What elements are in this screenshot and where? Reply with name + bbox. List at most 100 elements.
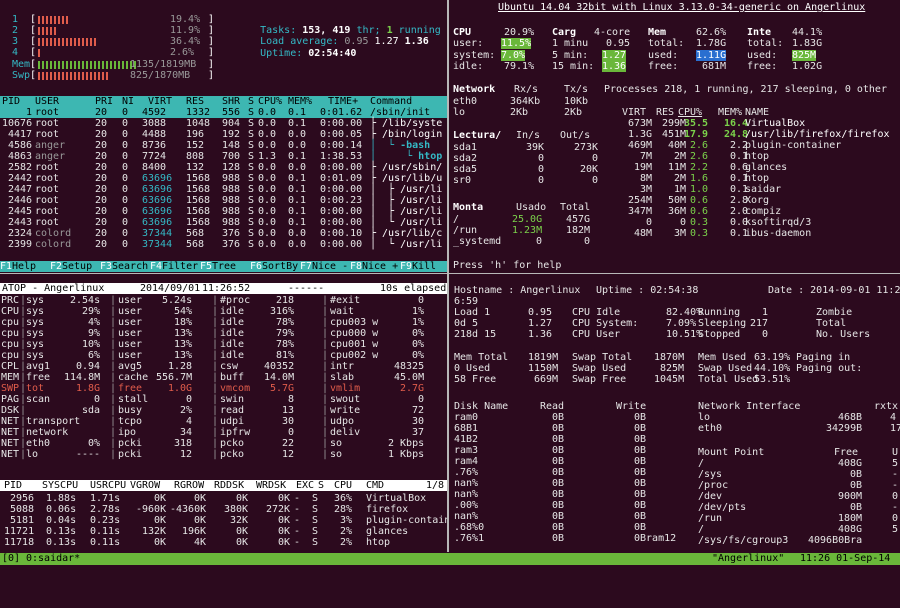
- process-row[interactable]: 1 root 20 0 4592 1332 556 S 0.0 0.1 0:01.62/sbin/i…: [0, 107, 447, 118]
- meter-bracket-close: ]: [208, 70, 215, 81]
- disk-name: sr0: [453, 175, 472, 186]
- atop-cell: 34: [180, 427, 193, 438]
- disk-name: sda2: [453, 153, 478, 164]
- mem-meter-bar: [38, 61, 138, 69]
- meter-bracket-open: [: [30, 59, 37, 70]
- process-row[interactable]: 2443 root 20 0 63696 1568 988 S 0.0 0.1 0:00.00 │ └…: [0, 217, 447, 228]
- cpu-meter-bar: [38, 38, 98, 46]
- atop-header-bar: ATOP - Angerlinux 2014/09/01 11:26:52 --…: [0, 283, 447, 294]
- saidar-load-value: 1.36: [528, 329, 553, 340]
- proc-cell: 0: [646, 217, 653, 228]
- proc-cell: 1.3G: [628, 129, 653, 140]
- meter-bracket-close: ]: [208, 25, 215, 36]
- tmux-window-tab[interactable]: 0:saidar*: [26, 553, 80, 564]
- atop-cell: user: [118, 339, 143, 350]
- atop-cell: free: [118, 383, 143, 394]
- atop-cell: udpo: [330, 416, 355, 427]
- atop-cell: #proc: [220, 295, 251, 306]
- column-header-time: TIME+: [328, 96, 359, 107]
- column-header-res: RES: [186, 96, 205, 107]
- process-row[interactable]: 2324 colord 20 0 37344 568 376 S 0.0 0.0 0:00.10 ├ …: [0, 228, 447, 239]
- column-header-mem: MEM%: [288, 96, 313, 107]
- saidar-date-cont: 6:59: [454, 296, 479, 307]
- load-5-label: 5 min:: [552, 50, 589, 61]
- process-cell: ├ /bin/login: [370, 129, 443, 140]
- saidar-disk-read: 0B: [552, 500, 565, 511]
- proc-cell: 673M: [628, 118, 653, 129]
- process-row[interactable]: 2582 root 20 0 8400 132 128 S 0.0 0.0 0:00.00 ├ /us…: [0, 162, 447, 173]
- process-row[interactable]: 2447 root 20 0 63696 1568 988 S 0.0 0.1 0:00.00 │ ├…: [0, 184, 447, 195]
- proc-cell: 48M: [634, 228, 653, 239]
- process-cell: 988: [222, 173, 241, 184]
- process-cell: 196: [186, 129, 205, 140]
- proc-cell: /usr/lib/firefox/firefox: [745, 129, 890, 140]
- saidar-used-label: Mem Used: [698, 352, 747, 363]
- saidar-disk-name: ram3: [454, 445, 479, 456]
- atop-cell: 0.94: [76, 361, 101, 372]
- saidar-mount-free: 408G: [838, 524, 863, 535]
- saidar-mount-free: 4096B0Bra: [808, 535, 863, 546]
- htop-column-header[interactable]: PID USER PRI NI VIRT RES SHR S CPU% MEM% TIME+ Comm…: [0, 96, 447, 107]
- process-cell: S: [248, 151, 255, 162]
- process-cell: 0.0: [258, 228, 277, 239]
- saidar-extra-label: Zombie: [816, 307, 853, 318]
- atop-cell: 13%: [174, 350, 193, 361]
- atop-cell: cpu000 w: [330, 328, 379, 339]
- proc-cell: 17.9: [684, 129, 709, 140]
- load-5-value: 1.27: [602, 50, 627, 61]
- atop-separator: |: [110, 405, 117, 416]
- atop-separator: |: [20, 317, 27, 328]
- process-cell: 0:00.00: [320, 206, 363, 217]
- process-cell: 2445: [8, 206, 33, 217]
- atop-process-header[interactable]: PID SYSCPU USRCPU VGROW RGROW RDDSK WRDSK EXC S C…: [0, 480, 447, 491]
- process-cell: 37344: [142, 239, 173, 250]
- atop-proc-cell: S: [312, 537, 319, 548]
- disk-out: 0: [592, 153, 599, 164]
- htop-function-keys[interactable]: F1 Help F2 Setup F3 Search F4 Filter F5 Tree F6 Sor…: [0, 261, 447, 272]
- saidar-disk-read: 0B: [552, 456, 565, 467]
- atop-separator: |: [322, 394, 329, 405]
- atop-cell: NET: [1, 416, 20, 427]
- process-cell: colord: [35, 228, 72, 239]
- atop-cell: 1.28: [168, 361, 193, 372]
- saidar-net-rx: 468B: [838, 412, 863, 423]
- process-row[interactable]: 2446 root 20 0 63696 1568 988 S 0.0 0.1 0:00.23 │ ├…: [0, 195, 447, 206]
- process-row[interactable]: 2399 colord 20 0 37344 568 376 S 0.0 0.0 0:00.00 │ …: [0, 239, 447, 250]
- saidar-pane[interactable]: Hostname : Angerlinux Uptime : 02:54:38 …: [450, 277, 900, 552]
- process-row[interactable]: 2442 root 20 0 63696 1568 988 S 0.0 0.1 0:01.09 ├ /…: [0, 173, 447, 184]
- saidar-mount-used: 0: [892, 513, 899, 524]
- tmux-session-index[interactable]: [0]: [2, 553, 20, 564]
- atop-pane[interactable]: ATOP - Angerlinux 2014/09/01 11:26:52 --…: [0, 283, 447, 552]
- saidar-used-value: 63.19%: [754, 352, 791, 363]
- atop-proc-cell: firefox: [366, 504, 409, 515]
- atop-proc-header-vgrow: VGROW: [130, 480, 161, 491]
- saidar-disk-read: 0B: [552, 423, 565, 434]
- atop-separator: |: [20, 405, 27, 416]
- atop-separator: |: [322, 361, 329, 372]
- atop-cell: user: [118, 317, 143, 328]
- atop-cell: pcko: [220, 449, 245, 460]
- process-cell: 0.0: [288, 140, 307, 151]
- meter-bracket-close: ]: [208, 36, 215, 47]
- atop-proc-header-exc: EXC: [296, 480, 315, 491]
- process-row[interactable]: 4586 anger 20 0 8736 152 148 S 0.0 0.0 0:00.14 │ └ …: [0, 140, 447, 151]
- process-row[interactable]: 4863 anger 20 0 7724 808 700 S 1.3 0.1 1:38.53 │ └ …: [0, 151, 447, 162]
- process-row[interactable]: 2445 root 20 0 63696 1568 988 S 0.0 0.1 0:00.00 │ ├…: [0, 206, 447, 217]
- atop-cell: 2.7G: [400, 383, 425, 394]
- atop-cell: pcko: [220, 438, 245, 449]
- process-row[interactable]: 4417 root 20 0 4488 196 192 S 0.0 0.0 0:00.05 ├ /bi…: [0, 129, 447, 140]
- atop-proc-cell: 0K: [194, 515, 207, 526]
- saidar-mem-label: Mem Total: [454, 352, 509, 363]
- atop-cell: 318: [174, 438, 193, 449]
- process-cell: ├ /usr/sbin/: [370, 162, 443, 173]
- column-header-ni: NI: [122, 96, 135, 107]
- atop-cell: 12: [180, 449, 193, 460]
- htop-pane[interactable]: 1[19.4%] 2[11.9%] 3[36.4%] 4[2.6%] Mem[1135/…: [0, 0, 447, 272]
- atop-cell: cpu002 w: [330, 350, 379, 361]
- process-row[interactable]: 10676 root 20 0 3088 1048 904 S 0.0 0.1 0:00.00 ├ /…: [0, 118, 447, 129]
- saidar-swap-value: 1045M: [654, 374, 685, 385]
- process-cell: anger: [35, 151, 66, 162]
- glances-pane[interactable]: Ubuntu 14.04 32bit with Linux 3.13.0-34-…: [450, 0, 900, 272]
- saidar-paging-label: Paging out:: [796, 363, 863, 374]
- swap-free-value: 1.02G: [792, 61, 823, 72]
